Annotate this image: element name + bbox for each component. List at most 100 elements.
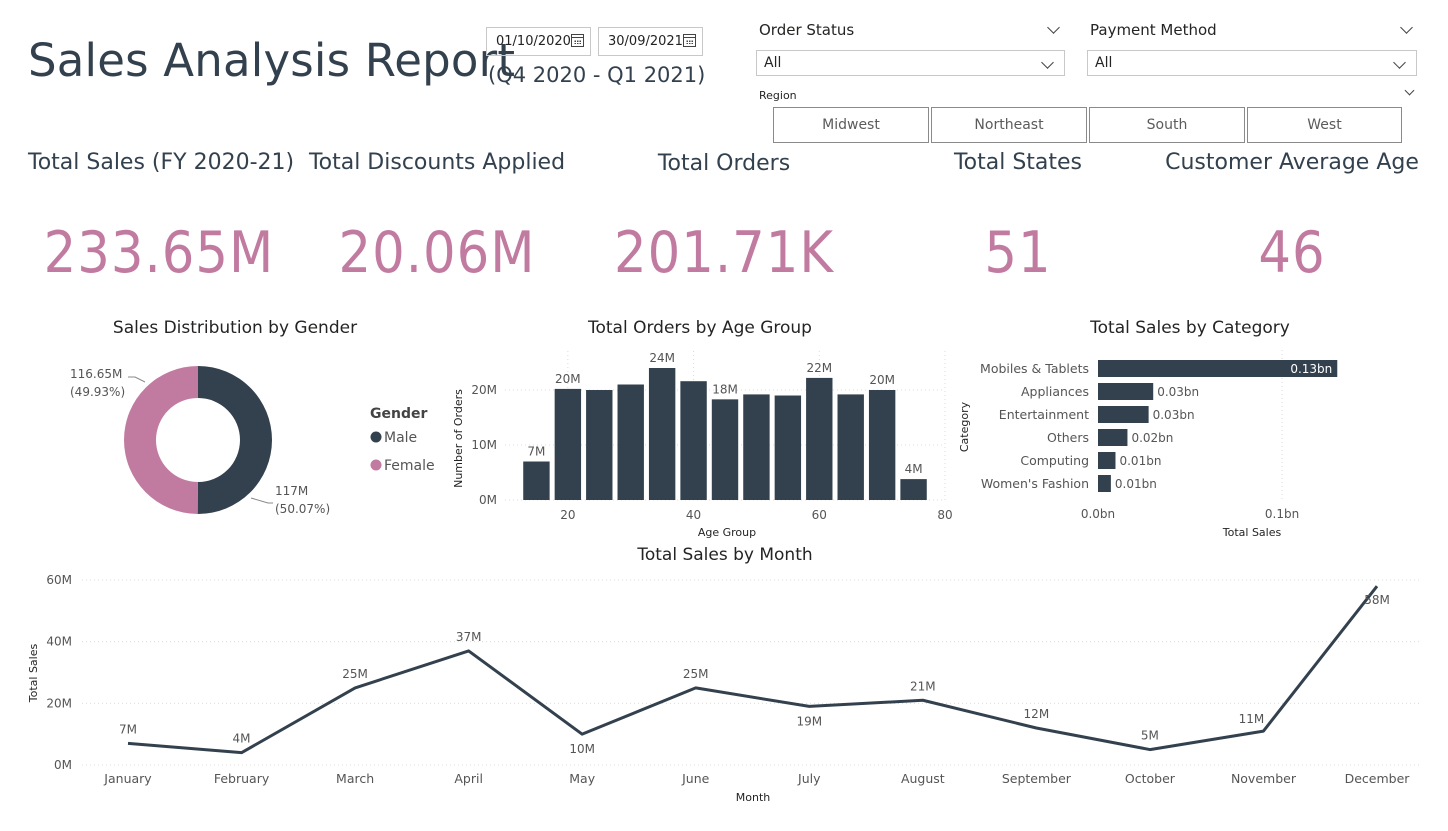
age-group-bar-chart: 0M10M20M20 40 60 807M20M24M18M22M20M4MAge G…	[452, 351, 953, 539]
end-date-value: 30/09/2021	[608, 34, 683, 49]
cat-category-label: Others	[1047, 430, 1089, 445]
legend-item-male: Male	[384, 430, 417, 446]
age-y-axis-title: Number of Orders	[452, 389, 465, 488]
month-xtick-label: June	[681, 771, 710, 786]
cat-bar-label: 0.01bn	[1115, 477, 1157, 491]
order-status-dropdown[interactable]: All	[756, 50, 1065, 76]
donut-label-male-value: 117M	[275, 484, 308, 498]
donut-slice-female	[124, 366, 198, 514]
cat-category-label: Entertainment	[999, 407, 1089, 422]
cat-category-label: Computing	[1020, 453, 1089, 468]
month-ytick-label: 40M	[46, 635, 72, 649]
region-button-midwest[interactable]: Midwest	[773, 107, 929, 143]
calendar-icon[interactable]	[683, 34, 696, 47]
kpi-label-customer-age: Customer Average Age	[1165, 150, 1419, 175]
month-y-axis-title: Total Sales	[27, 644, 40, 704]
region-button-south[interactable]: South	[1089, 107, 1245, 143]
month-point-label: 25M	[342, 667, 368, 681]
page-title: Sales Analysis Report	[28, 34, 516, 87]
cat-bar-label: 0.01bn	[1119, 454, 1161, 468]
age-bar-label: 7M	[527, 445, 545, 459]
start-date-value: 01/10/2020	[496, 34, 571, 49]
category-chart-title: Total Sales by Category	[1090, 318, 1290, 338]
legend-title: Gender	[370, 406, 427, 422]
month-sales-line	[127, 585, 1379, 755]
age-bar	[774, 395, 802, 500]
donut-label-female-value: 116.65M	[70, 367, 122, 381]
kpi-label-total-discounts: Total Discounts Applied	[308, 150, 566, 175]
region-title: Region	[759, 89, 797, 102]
donut-leader-line	[250, 497, 273, 504]
age-bar	[617, 384, 644, 500]
month-xtick-label: August	[901, 771, 945, 786]
age-bar	[837, 394, 864, 500]
age-bar	[711, 399, 739, 500]
cat-category-label: Appliances	[1021, 384, 1089, 399]
month-point-label: 25M	[683, 667, 709, 681]
region-button-west[interactable]: West	[1247, 107, 1402, 143]
month-ytick-label: 0M	[54, 758, 72, 772]
age-bar	[680, 381, 707, 500]
age-bar-label: 24M	[649, 351, 675, 365]
region-button-northeast[interactable]: Northeast	[931, 107, 1087, 143]
donut-slice-male	[197, 366, 273, 514]
age-bar	[523, 461, 550, 500]
month-xtick-label: December	[1345, 771, 1411, 786]
chevron-down-icon[interactable]	[1404, 85, 1415, 96]
month-xtick-label: February	[214, 771, 270, 786]
month-point-label: 12M	[1024, 707, 1050, 721]
cat-category-label: Mobiles & Tablets	[980, 361, 1089, 376]
age-bar	[743, 394, 770, 500]
age-bar-label: 22M	[806, 361, 832, 375]
donut-label-female-percent: (49.93%)	[70, 385, 125, 399]
month-chart-title: Total Sales by Month	[637, 545, 813, 565]
start-date-input[interactable]: 01/10/2020	[486, 27, 591, 56]
month-point-label: 11M	[1239, 712, 1265, 726]
age-bar	[806, 377, 833, 500]
month-xtick-label: May	[569, 771, 595, 786]
month-point-label: 5M	[1141, 729, 1159, 743]
chevron-down-icon[interactable]	[1400, 21, 1413, 34]
payment-method-title: Payment Method	[1090, 21, 1217, 39]
cat-bar	[1098, 406, 1149, 423]
age-bar-label: 20M	[555, 372, 581, 386]
monthly-sales-line-chart: 0M 20M 40M 60M 7M January 4M February 25M March 37…	[27, 573, 1420, 804]
payment-method-dropdown[interactable]: All	[1087, 50, 1417, 76]
kpi-label-total-orders: Total Orders	[657, 151, 791, 176]
cat-bar-label: 0.13bn	[1290, 362, 1332, 376]
gender-chart-title: Sales Distribution by Gender	[112, 318, 358, 338]
chevron-down-icon[interactable]	[1393, 56, 1406, 69]
kpi-label-total-sales: Total Sales (FY 2020-21)	[28, 150, 295, 175]
gender-donut-chart: 117M (50.07%) 116.65M (49.93%) Gender Male Fem…	[70, 366, 435, 516]
category-bar-chart: Mobiles & Tablets 0.13bn Appliances 0.03bn E…	[958, 350, 1338, 539]
age-ytick-label: 0M	[479, 493, 497, 507]
month-x-axis-title: Month	[736, 791, 771, 804]
month-xtick-label: October	[1125, 771, 1176, 786]
cat-bar-label: 0.02bn	[1131, 431, 1173, 445]
kpi-label-total-states: Total States	[953, 150, 1083, 175]
kpi-value-customer-age: 46	[1258, 220, 1326, 286]
kpi-value-total-states: 51	[984, 220, 1052, 286]
cat-bar	[1098, 429, 1128, 446]
cat-xtick-label: 0.0bn	[1081, 507, 1115, 521]
month-point-label: 37M	[456, 630, 482, 644]
age-ytick-label: 10M	[471, 438, 497, 452]
age-bar	[554, 388, 582, 500]
cat-bar-label: 0.03bn	[1153, 408, 1195, 422]
kpi-value-total-orders: 201.71K	[614, 220, 834, 286]
month-point-label: 7M	[119, 722, 137, 736]
age-bar	[868, 390, 896, 500]
cat-bar	[1098, 452, 1116, 469]
end-date-input[interactable]: 30/09/2021	[598, 27, 703, 56]
chevron-down-icon[interactable]	[1047, 21, 1060, 34]
month-point-label: 4M	[233, 732, 251, 746]
chevron-down-icon[interactable]	[1041, 56, 1054, 69]
kpi-value-total-sales: 233.65M	[43, 220, 275, 286]
age-ytick-label: 20M	[471, 383, 497, 397]
order-status-value: All	[764, 55, 782, 71]
cat-bar-label: 0.03bn	[1157, 385, 1199, 399]
payment-method-value: All	[1095, 55, 1113, 71]
month-xtick-label: November	[1231, 771, 1297, 786]
calendar-icon[interactable]	[571, 34, 584, 47]
month-point-label: 58M	[1364, 593, 1390, 607]
